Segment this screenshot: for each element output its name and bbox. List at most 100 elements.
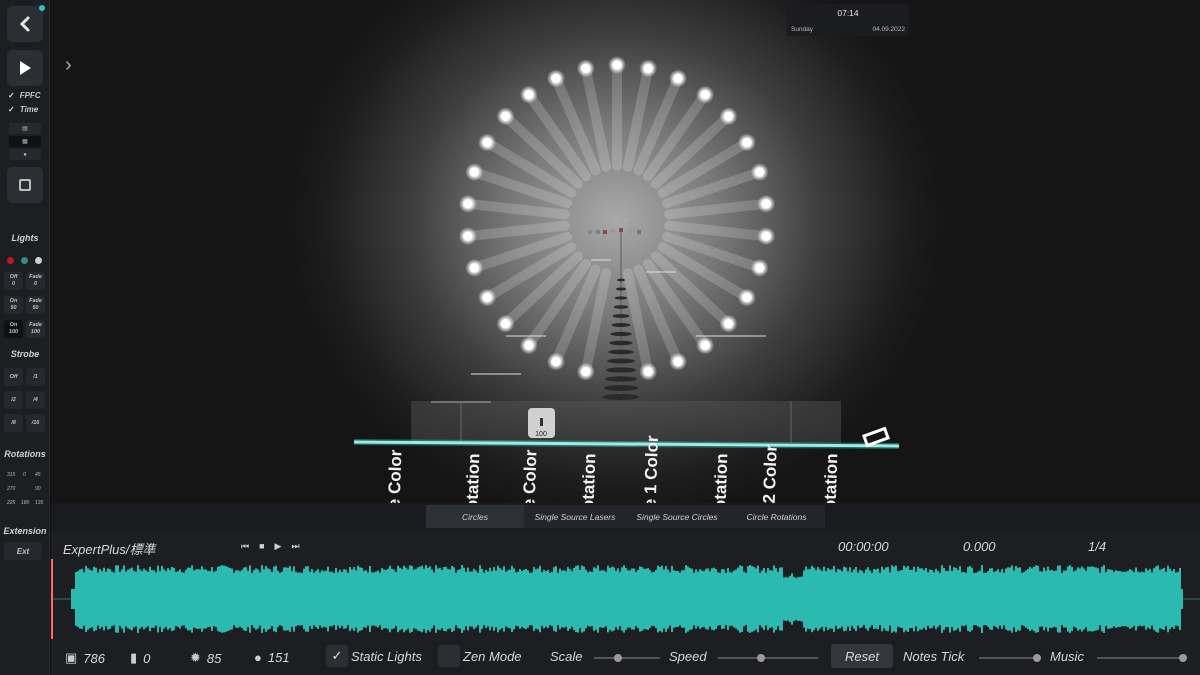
waveform-bar <box>71 589 73 609</box>
rotation-90[interactable]: 90 <box>35 486 41 492</box>
strobe-8-button[interactable]: /8 <box>4 414 23 432</box>
strobe-1-button[interactable]: /1 <box>26 368 45 386</box>
waveform-bar <box>399 567 401 631</box>
static-lights-checkbox[interactable]: ✓ <box>326 645 348 667</box>
waveform-bar <box>79 569 81 629</box>
waveform-bar <box>643 568 645 630</box>
tab-circles[interactable]: Circles <box>426 505 524 528</box>
light-orb <box>463 199 473 209</box>
waveform-bar <box>267 568 269 630</box>
waveform-bar <box>771 570 773 628</box>
music-slider-knob[interactable] <box>1179 654 1187 662</box>
ext-toggle[interactable]: Ext <box>4 542 42 560</box>
waveform-bar <box>361 567 363 631</box>
tab-single-source-circles[interactable]: Single Source Circles <box>626 505 728 528</box>
waveform-bar <box>571 571 573 627</box>
waveform-bar <box>151 570 153 628</box>
waveform-bar <box>373 572 375 626</box>
rotation-315[interactable]: 315 <box>7 472 15 478</box>
light-orb <box>643 367 653 377</box>
skip-back-icon[interactable]: ⏮ <box>241 541 249 552</box>
waveform-bar <box>105 571 107 627</box>
reset-button[interactable]: Reset <box>831 644 893 668</box>
time-toggle[interactable]: ✓ Time <box>8 105 38 114</box>
waveform-bar <box>469 571 471 627</box>
strobe-4-button[interactable]: /4 <box>26 391 45 409</box>
waveform-bar <box>1047 566 1049 632</box>
music-slider[interactable] <box>1097 654 1187 662</box>
waveform-bar <box>843 566 845 632</box>
waveform-bar <box>1157 565 1159 633</box>
light-fade-50-button[interactable]: Fade 50 <box>26 296 45 314</box>
scale-slider[interactable] <box>594 654 660 662</box>
play-icon[interactable]: ▶ <box>275 541 282 552</box>
editor-viewport[interactable]: › 100 cle Color Rotation cle Color Rotat… <box>51 0 1200 503</box>
lane-note <box>603 385 639 391</box>
waveform-bar <box>1125 571 1127 627</box>
left-sidebar: ✓ FPFC ✓ Time ▤ ▦ ● Lights Off 0 Fade 0 On 50… <box>0 0 50 675</box>
waveform-bar <box>143 568 145 630</box>
waveform-bar <box>593 567 595 631</box>
waveform-bar <box>763 568 765 630</box>
waveform-bar <box>393 569 395 629</box>
view-mode-3[interactable]: ● <box>9 149 41 160</box>
waveform-bar <box>827 568 829 630</box>
view-mode-2[interactable]: ▦ <box>9 136 41 147</box>
notes-tick-knob[interactable] <box>1033 654 1041 662</box>
play-button[interactable] <box>7 50 43 86</box>
waveform-bar <box>713 567 715 631</box>
waveform-bar <box>241 569 243 629</box>
tab-circle-rotations[interactable]: Circle Rotations <box>728 505 825 528</box>
white-color-swatch[interactable] <box>35 257 42 264</box>
lane-note <box>604 376 638 382</box>
waveform-bar <box>1069 565 1071 633</box>
check-icon: ✓ <box>8 91 15 100</box>
difficulty-label: ExpertPlus/標準 <box>63 542 156 557</box>
fpfc-toggle[interactable]: ✓ FPFC <box>8 91 41 100</box>
waveform-bar <box>1145 568 1147 630</box>
waveform-bar <box>1021 572 1023 626</box>
rotation-0[interactable]: 0 <box>23 472 26 478</box>
bombs-stat: ▮ 0 <box>130 650 151 666</box>
playhead[interactable] <box>51 559 53 639</box>
waveform-bar <box>301 572 303 626</box>
audio-waveform[interactable] <box>51 559 1200 639</box>
red-color-swatch[interactable] <box>7 257 14 264</box>
back-button[interactable] <box>7 6 43 42</box>
rotation-180[interactable]: 180 <box>21 500 29 506</box>
waveform-bar <box>683 570 685 628</box>
waveform-bar <box>181 572 183 626</box>
notes-tick-slider[interactable] <box>979 654 1041 662</box>
blue-color-swatch[interactable] <box>21 257 28 264</box>
rotation-270[interactable]: 270 <box>7 486 15 492</box>
waveform-bar <box>355 570 357 628</box>
light-orb <box>742 138 752 147</box>
speed-slider[interactable] <box>718 654 818 662</box>
tab-single-source-lasers[interactable]: Single Source Lasers <box>524 505 626 528</box>
layout-button[interactable] <box>7 167 43 203</box>
view-mode-1[interactable]: ▤ <box>9 123 41 134</box>
light-fade-0-button[interactable]: Fade 0 <box>26 272 45 290</box>
light-fade-100-button[interactable]: Fade 100 <box>26 320 45 338</box>
skip-forward-icon[interactable]: ⏭ <box>291 541 299 552</box>
rotation-135[interactable]: 135 <box>35 500 43 506</box>
rotation-45[interactable]: 45 <box>35 472 41 478</box>
clock-time: 07:14 <box>837 8 859 18</box>
waveform-bar <box>537 568 539 630</box>
light-off-button[interactable]: Off 0 <box>4 272 23 290</box>
rotation-225[interactable]: 225 <box>7 500 15 506</box>
scale-slider-knob[interactable] <box>614 654 622 662</box>
strobe-off-button[interactable]: Off <box>4 368 23 386</box>
light-on-100-button[interactable]: On 100 <box>4 320 23 338</box>
zen-mode-checkbox[interactable] <box>438 645 460 667</box>
strobe-2-button[interactable]: /2 <box>4 391 23 409</box>
light-on-50-button[interactable]: On 50 <box>4 296 23 314</box>
waveform-bar <box>791 573 793 625</box>
waveform-bar <box>551 571 553 627</box>
speed-slider-knob[interactable] <box>757 654 765 662</box>
waveform-bar <box>517 571 519 627</box>
strobe-16-button[interactable]: /16 <box>26 414 45 432</box>
stop-icon[interactable]: ■ <box>259 541 264 552</box>
precision-readout[interactable]: 1/4 <box>1088 539 1106 554</box>
waveform-bar <box>295 571 297 627</box>
